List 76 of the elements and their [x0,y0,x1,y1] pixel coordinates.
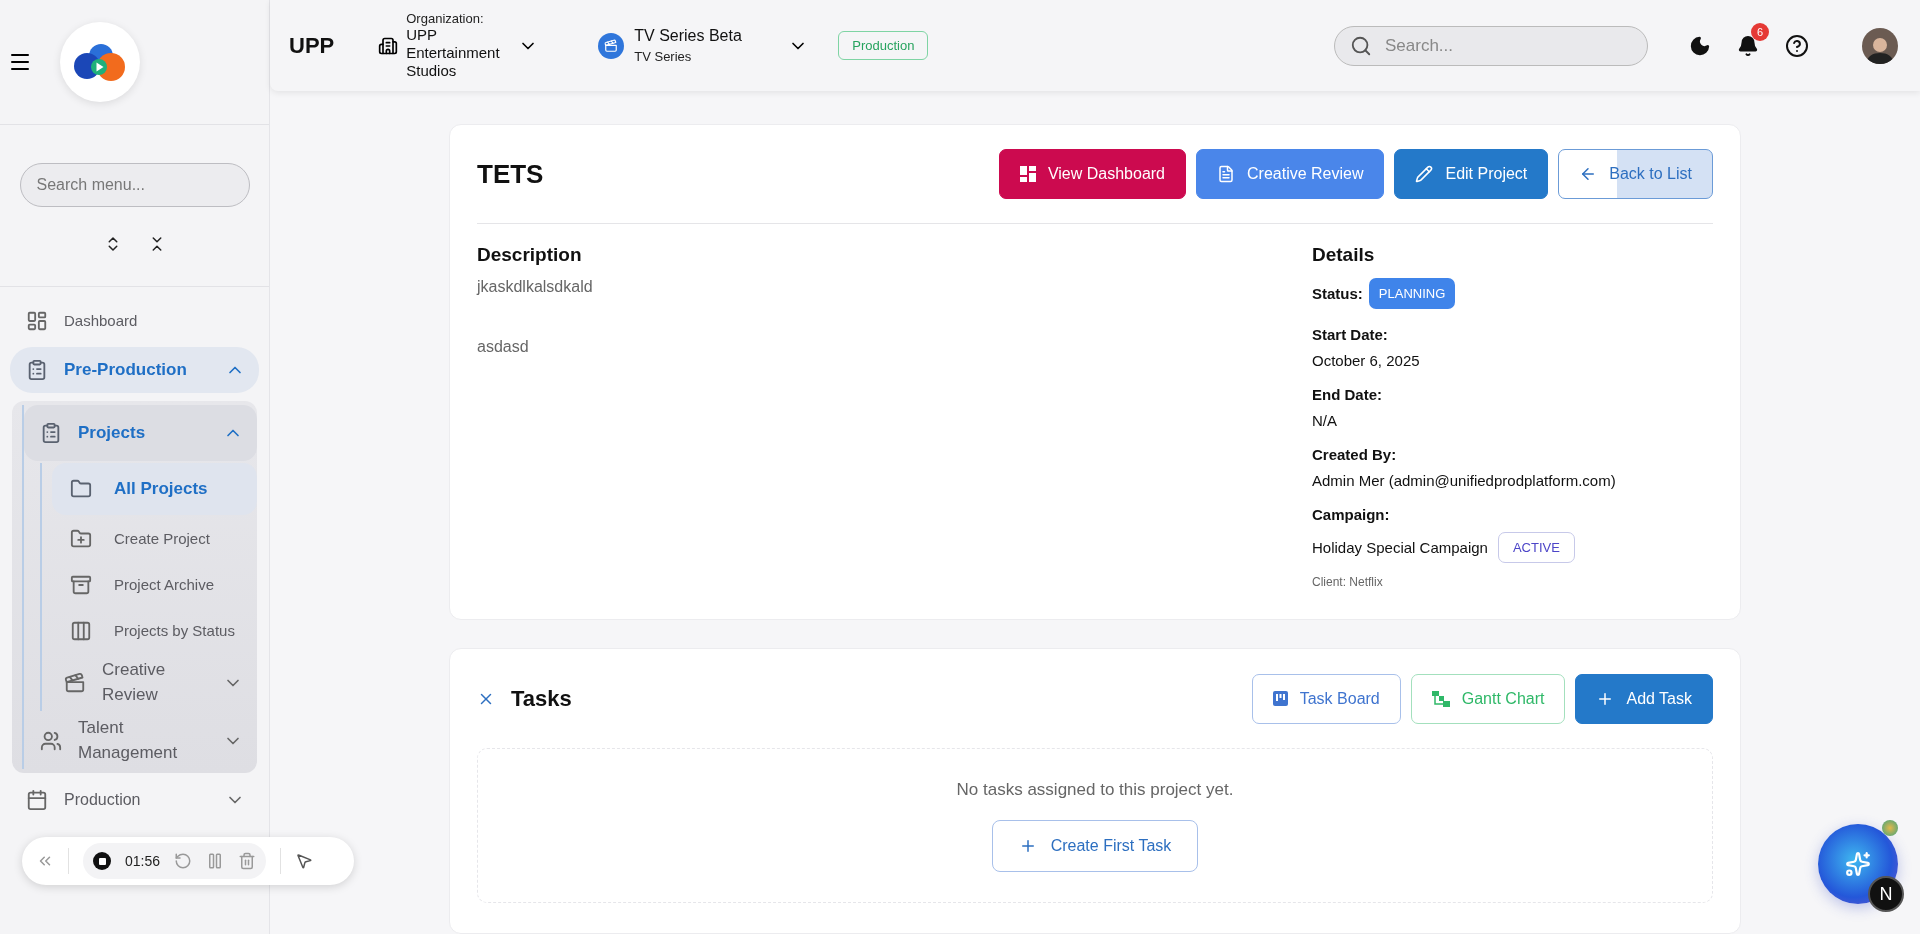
dashboard-icon [1019,166,1036,182]
sidebar-item[interactable]: All Projects [52,463,257,515]
sidebar-item[interactable]: Pre-Production [10,347,259,393]
status-dot [1882,820,1898,836]
folder-icon [70,478,92,500]
field-value: October 6, 2025 [1312,352,1421,369]
status-badge: ACTIVE [1497,532,1575,563]
sidebar-item[interactable]: Project Archive [52,563,257,607]
add-button[interactable]: Add Task [1575,673,1713,724]
field-value: N/A [1312,412,1338,429]
restart-icon[interactable] [174,852,193,870]
organization-label: Organization: [406,11,485,26]
sidebar-item[interactable]: Creative Review [52,655,257,711]
section-heading: Description [477,244,583,266]
description-text: asdasd [477,338,530,356]
project-title: TETS [477,158,545,190]
sidebar-item[interactable]: Projects [24,405,257,461]
trash-icon[interactable] [238,852,257,870]
gantt-icon [1431,690,1450,707]
clapperboard-icon [64,672,86,694]
stop-icon[interactable] [93,852,111,870]
view-button[interactable]: Gantt Chart [1410,673,1566,724]
menu-search-field[interactable]: Search menu... [19,163,250,207]
archive-icon [70,574,92,596]
status-badge: PLANNING [1368,278,1456,309]
dashboard-icon [26,310,48,332]
section-heading: Details [1312,244,1376,266]
edit-button[interactable]: Edit Project [1394,149,1549,199]
empty-message: No tasks assigned to this project yet. [956,779,1234,800]
description-text: jkaskdlkalsdkald [477,278,594,296]
view-button[interactable]: Task Board [1251,673,1401,724]
bell-icon[interactable] [1737,34,1759,57]
document-icon [1217,165,1235,183]
field-label: Status: [1312,285,1363,302]
clipboard-icon [26,359,48,381]
field-value: Holiday Special Campaign [1312,539,1488,556]
assistant-button[interactable] [1818,824,1898,904]
building-icon [378,35,399,56]
calendar-icon [26,789,48,811]
board-icon [1272,691,1288,706]
sidebar-item[interactable]: Create Project [52,517,257,561]
organization-name[interactable]: UPP Entertainment Studios [406,26,511,80]
dev-badge[interactable]: N [1868,876,1904,912]
field-value: Admin Mer (admin@unifiedprodplatform.com) [1312,472,1617,489]
search-field[interactable]: Search... [1334,25,1648,66]
action-button[interactable]: View Dashboard [998,149,1186,199]
action-button[interactable]: Creative Review [1196,149,1385,199]
sidebar-item[interactable]: Projects by Status [52,609,257,653]
project-type: TV Series [634,49,693,64]
client-text: Client: Netflix [1312,575,1384,589]
project-title[interactable]: TV Series Beta [634,27,779,45]
field-label: Created By: [1312,446,1398,463]
create-button[interactable]: Create First Task [991,819,1199,872]
field-label: Start Date: [1312,326,1389,343]
environment-tag: Production [838,31,929,60]
app-name: UPP [289,32,335,59]
notification-count: 6 [1751,22,1769,41]
avatar[interactable] [1862,27,1898,64]
moon-icon[interactable] [1689,34,1711,57]
table-icon [70,620,92,642]
back-button[interactable]: Back to List [1558,149,1713,199]
people-icon [40,730,62,752]
recording-time: 01:56 [125,853,161,869]
sidebar-item[interactable]: Production [10,777,259,823]
field-label: Campaign: [1312,506,1391,523]
sidebar-item[interactable]: Dashboard [10,299,259,343]
clipboard-icon [40,422,62,444]
cursor-icon[interactable] [295,852,314,870]
folder-plus-icon [70,528,92,550]
field-label: End Date: [1312,386,1383,403]
pencil-icon [1415,165,1434,183]
sidebar-item[interactable]: Talent Management [24,713,257,769]
help-icon[interactable] [1785,33,1809,58]
section-title: Tasks [511,685,573,712]
search-icon [1350,34,1372,57]
sparkle-icon [1845,851,1871,877]
